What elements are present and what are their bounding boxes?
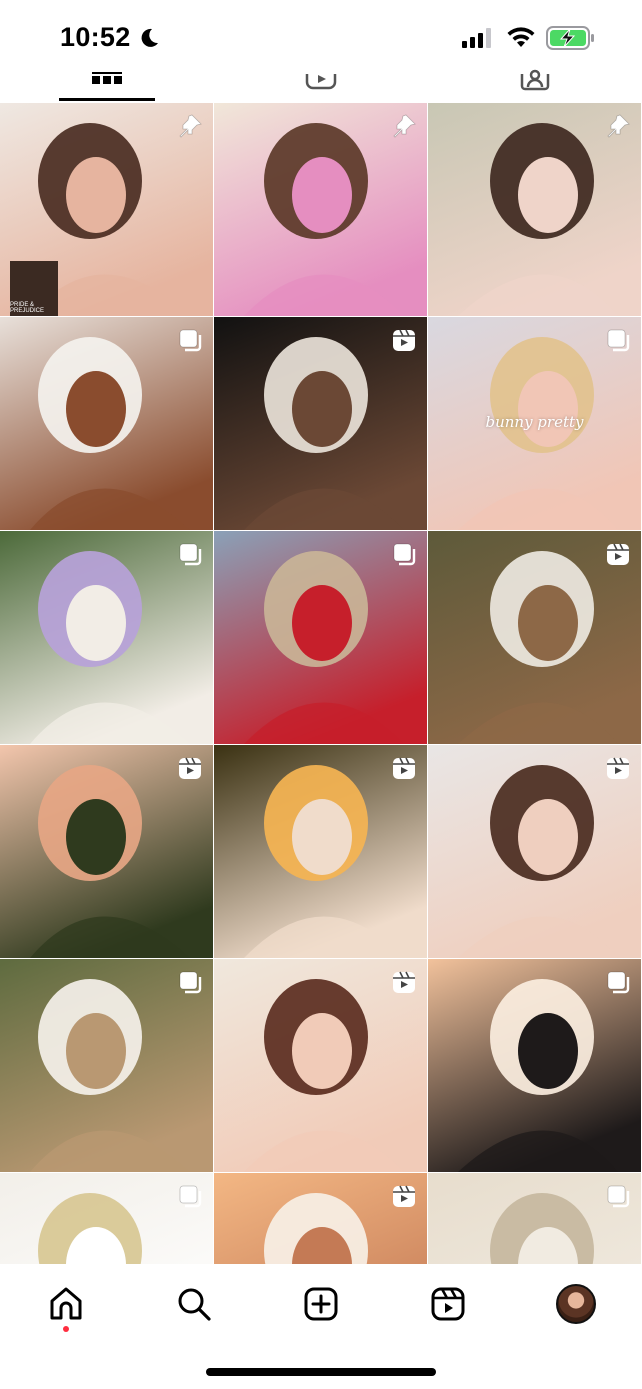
notification-dot bbox=[63, 1326, 69, 1332]
carousel-icon bbox=[605, 327, 631, 353]
nav-home[interactable] bbox=[40, 1278, 92, 1330]
home-indicator bbox=[206, 1368, 436, 1376]
tile-blonde-bangs-collage[interactable]: bunny pretty bbox=[428, 317, 641, 530]
tile-couple-terrace-sunset[interactable] bbox=[428, 959, 641, 1172]
reels-icon bbox=[305, 74, 337, 90]
tile-messy-bun-makeup[interactable] bbox=[428, 745, 641, 958]
reel-icon bbox=[605, 755, 631, 781]
tile-veil-kiss-closeup[interactable] bbox=[214, 1173, 427, 1264]
tile-bridesmaids-balcony[interactable] bbox=[0, 745, 213, 958]
nav-reels[interactable] bbox=[422, 1278, 474, 1330]
pin-icon bbox=[605, 113, 631, 139]
tile-paris-street-red-top[interactable] bbox=[214, 531, 427, 744]
tagged-person-icon bbox=[520, 69, 550, 91]
status-time: 10:52 bbox=[60, 22, 131, 52]
instagram-profile-screen: 10:52 PRIDE & PREJUDICE bunny pretty bbox=[0, 0, 642, 1389]
profile-tabs bbox=[0, 58, 642, 102]
reel-icon bbox=[605, 541, 631, 567]
carousel-icon bbox=[605, 969, 631, 995]
tile-curly-updo-portrait[interactable]: PRIDE & PREJUDICE bbox=[0, 103, 213, 316]
tile-braid-profile-pink-sweater[interactable] bbox=[214, 103, 427, 316]
carousel-icon bbox=[391, 541, 417, 567]
reel-icon bbox=[391, 1183, 417, 1209]
tile-ornate-building[interactable] bbox=[428, 1173, 641, 1264]
nav-create[interactable] bbox=[295, 1278, 347, 1330]
reel-icon bbox=[391, 755, 417, 781]
nav-profile[interactable] bbox=[550, 1278, 602, 1330]
reel-icon bbox=[391, 969, 417, 995]
tile-short-hair-cardigan[interactable] bbox=[428, 531, 641, 744]
carousel-icon bbox=[177, 541, 203, 567]
search-icon bbox=[178, 1288, 211, 1321]
caption-sticker: PRIDE & PREJUDICE bbox=[10, 261, 58, 316]
carousel-icon bbox=[605, 1183, 631, 1209]
carousel-icon bbox=[177, 327, 203, 353]
tab-reels[interactable] bbox=[214, 58, 428, 102]
profile-avatar-icon bbox=[556, 1284, 596, 1324]
reels-icon bbox=[431, 1287, 465, 1321]
reel-icon bbox=[177, 755, 203, 781]
grid-icon bbox=[92, 72, 122, 84]
handwritten-caption: bunny pretty bbox=[485, 413, 584, 431]
tile-floral-lace-bride[interactable] bbox=[428, 103, 641, 316]
reel-icon bbox=[391, 327, 417, 353]
pin-icon bbox=[391, 113, 417, 139]
posts-grid: PRIDE & PREJUDICE bunny pretty bbox=[0, 102, 642, 1264]
tile-wedding-dress-room[interactable] bbox=[0, 317, 213, 530]
tab-tagged[interactable] bbox=[428, 58, 642, 102]
plus-square-icon bbox=[304, 1287, 338, 1321]
tab-posts-grid[interactable] bbox=[0, 58, 214, 102]
tile-veil-lipstick-portrait[interactable] bbox=[214, 959, 427, 1172]
moon-icon bbox=[141, 28, 158, 47]
tile-bridal-party-gown[interactable] bbox=[0, 959, 213, 1172]
pin-icon bbox=[177, 113, 203, 139]
tile-bride-hydrangeas[interactable] bbox=[0, 531, 213, 744]
battery-charging-icon bbox=[546, 26, 594, 50]
carousel-icon bbox=[177, 969, 203, 995]
active-tab-indicator bbox=[59, 98, 155, 101]
home-icon bbox=[50, 1287, 82, 1320]
carousel-icon bbox=[177, 1183, 203, 1209]
tile-bride-golden-hour-field[interactable] bbox=[214, 745, 427, 958]
tile-night-kiss-couple[interactable] bbox=[214, 317, 427, 530]
nav-search[interactable] bbox=[168, 1278, 220, 1330]
tile-satin-heels[interactable] bbox=[0, 1173, 213, 1264]
wifi-icon bbox=[507, 27, 535, 47]
cellular-signal-icon bbox=[462, 28, 491, 48]
